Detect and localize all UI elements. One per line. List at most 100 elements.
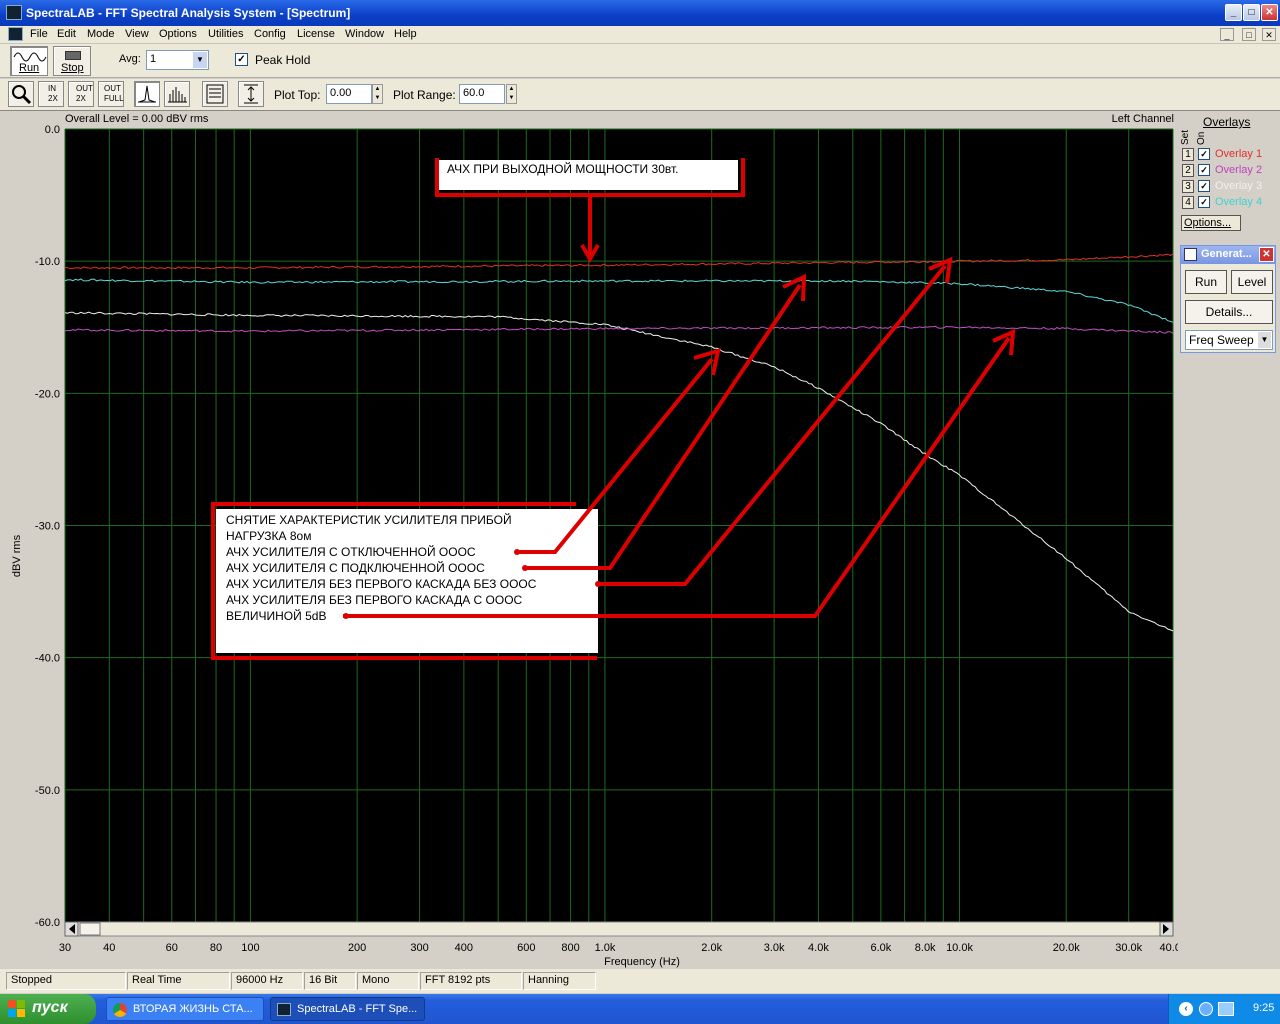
magnifier-icon [12,85,32,105]
overlay-set-button[interactable]: 4 [1182,196,1194,209]
task-browser[interactable]: ВТОРАЯ ЖИЗНЬ СТА... [106,997,264,1021]
chevron-down-icon[interactable]: ▼ [193,52,207,68]
bar-plot-button[interactable] [164,81,190,107]
horizontal-scrollbar[interactable] [64,921,1174,937]
plot-range-spinner[interactable]: ▲ ▼ [506,84,517,104]
menu-utilities[interactable]: Utilities [208,28,243,40]
zoom-full-button[interactable]: OUT FULL [98,81,124,107]
bar-plot-icon [168,87,187,103]
generator-level-label: Level [1237,275,1267,289]
scaling-button[interactable] [238,81,264,107]
chevron-down-icon[interactable]: ▼ [1258,332,1271,348]
menu-help[interactable]: Help [394,28,417,40]
legend-line-4: АЧХ УСИЛИТЕЛЯ С ПОДКЛЮЧЕННОЙ ОООС [226,560,485,575]
legend-line-7: ВЕЛИЧИНОЙ 5dB [226,608,326,623]
plot-range-value: 60.0 [463,87,485,99]
generator-run-button[interactable]: Run [1185,270,1227,294]
plot-top-input[interactable]: 0.00 [326,84,372,104]
clock: 9:25 [1253,1002,1275,1014]
close-button[interactable]: ✕ [1261,4,1278,21]
mdi-minimize-button[interactable]: _ [1220,28,1234,41]
line-plot-button[interactable] [134,81,160,107]
x-tick-label: 30 [59,942,71,954]
mdi-restore-button[interactable]: □ [1242,28,1256,41]
generator-close-button[interactable]: ✕ [1259,247,1274,262]
menu-window[interactable]: Window [345,28,384,40]
waveform-toggle-icon[interactable] [1134,133,1158,155]
overlay-checkbox[interactable]: ✓ [1198,180,1210,192]
security-icon[interactable] [1199,1002,1213,1016]
overlay-row: 1 ✓ Overlay 1 [1180,148,1276,163]
menu-edit[interactable]: Edit [57,28,76,40]
stop-icon [65,51,81,60]
plot-range-label: Plot Range: [393,88,456,102]
minimize-button[interactable]: _ [1225,4,1242,21]
stop-label: Stop [61,62,84,74]
peak-hold-checkbox[interactable]: ✓ [235,53,248,66]
overlay-checkbox[interactable]: ✓ [1198,148,1210,160]
plot-range-input[interactable]: 60.0 [459,84,505,104]
generator-mode-value: Freq Sweep [1189,333,1254,347]
overlay-set-button[interactable]: 3 [1182,180,1194,193]
zoom-out-2x-button[interactable]: OUT 2X [68,81,94,107]
task-spectralab[interactable]: SpectraLAB - FFT Spe... [270,997,425,1021]
overlay-options-button[interactable]: Options... [1181,215,1241,231]
menu-mode[interactable]: Mode [87,28,115,40]
peak-hold-label: Peak Hold [255,53,311,67]
chevron-left-icon[interactable]: ‹ [1179,1002,1193,1016]
zoom-button[interactable] [8,81,34,107]
y-tick-label: -60.0 [35,917,60,929]
menu-license[interactable]: License [297,28,335,40]
properties-button[interactable] [202,81,228,107]
status-fft-size: FFT 8192 pts [420,972,522,990]
avg-select[interactable]: 1 ▼ [146,50,209,70]
legend-line-2: НАГРУЗКА 8ом [226,529,311,543]
x-tick-label: 4.0k [808,942,829,954]
generator-mode-select[interactable]: Freq Sweep ▼ [1185,330,1273,350]
overlay-checkbox[interactable]: ✓ [1198,196,1210,208]
overlay-checkbox[interactable]: ✓ [1198,164,1210,176]
menu-view[interactable]: View [125,28,149,40]
overlays-panel: Overlays Set On 1 ✓ Overlay 1 2 ✓ Overlay 2 3 ✓… [1180,115,1276,233]
on-column-label: On [1196,131,1207,145]
zoom-out-label: OUT 2X [76,84,93,103]
x-tick-label: 6.0k [870,942,891,954]
generator-level-button[interactable]: Level [1231,270,1273,294]
generator-details-button[interactable]: Details... [1185,300,1273,324]
network-icon[interactable] [1218,1002,1234,1016]
overlay-label: Overlay 2 [1215,164,1263,176]
document-icon [8,27,23,41]
x-tick-label: 60 [166,942,178,954]
spectrum-plot[interactable]: 0.0 -10.0 -20.0 -30.0 -40.0 -50.0 -60.0 30 40 60… [0,111,1178,969]
menu-config[interactable]: Config [254,28,286,40]
run-button[interactable]: Run [10,46,48,76]
plot-top-spinner[interactable]: ▲ ▼ [372,84,383,104]
menu-file[interactable]: File [30,28,48,40]
start-button[interactable]: пуск [0,994,96,1024]
start-label: пуск [32,999,68,1016]
legend-line-5: АЧХ УСИЛИТЕЛЯ БЕЗ ПЕРВОГО КАСКАДА БЕЗ ОО… [226,577,537,591]
menu-options[interactable]: Options [159,28,197,40]
x-tick-label: 100 [241,942,259,954]
overlay-set-button[interactable]: 1 [1182,148,1194,161]
channel-label: Left Channel [1112,113,1174,125]
legend-line-3: АЧХ УСИЛИТЕЛЯ С ОТКЛЮЧЕННОЙ ОООС [226,544,476,559]
x-tick-label: 300 [410,942,428,954]
status-state: Stopped [6,972,126,990]
title-bar: SpectraLAB - FFT Spectral Analysis Syste… [0,0,1280,26]
scroll-thumb[interactable] [79,922,101,936]
status-window: Hanning [523,972,596,990]
overlay-label: Overlay 4 [1215,196,1263,208]
y-tick-label: -20.0 [35,388,60,400]
maximize-button[interactable]: □ [1243,4,1260,21]
y-tick-label: -10.0 [35,256,60,268]
x-tick-label: 8.0k [915,942,936,954]
browser-icon [113,1003,127,1017]
menu-bar: File Edit Mode View Options Utilities Co… [0,26,1280,44]
x-tick-label: 80 [210,942,222,954]
spectrum-view: 0.0 -10.0 -20.0 -30.0 -40.0 -50.0 -60.0 30 40 60… [0,111,1280,969]
zoom-in-2x-button[interactable]: IN 2X [38,81,64,107]
overlay-set-button[interactable]: 2 [1182,164,1194,177]
stop-button[interactable]: Stop [53,46,91,76]
mdi-close-button[interactable]: ✕ [1262,28,1276,41]
